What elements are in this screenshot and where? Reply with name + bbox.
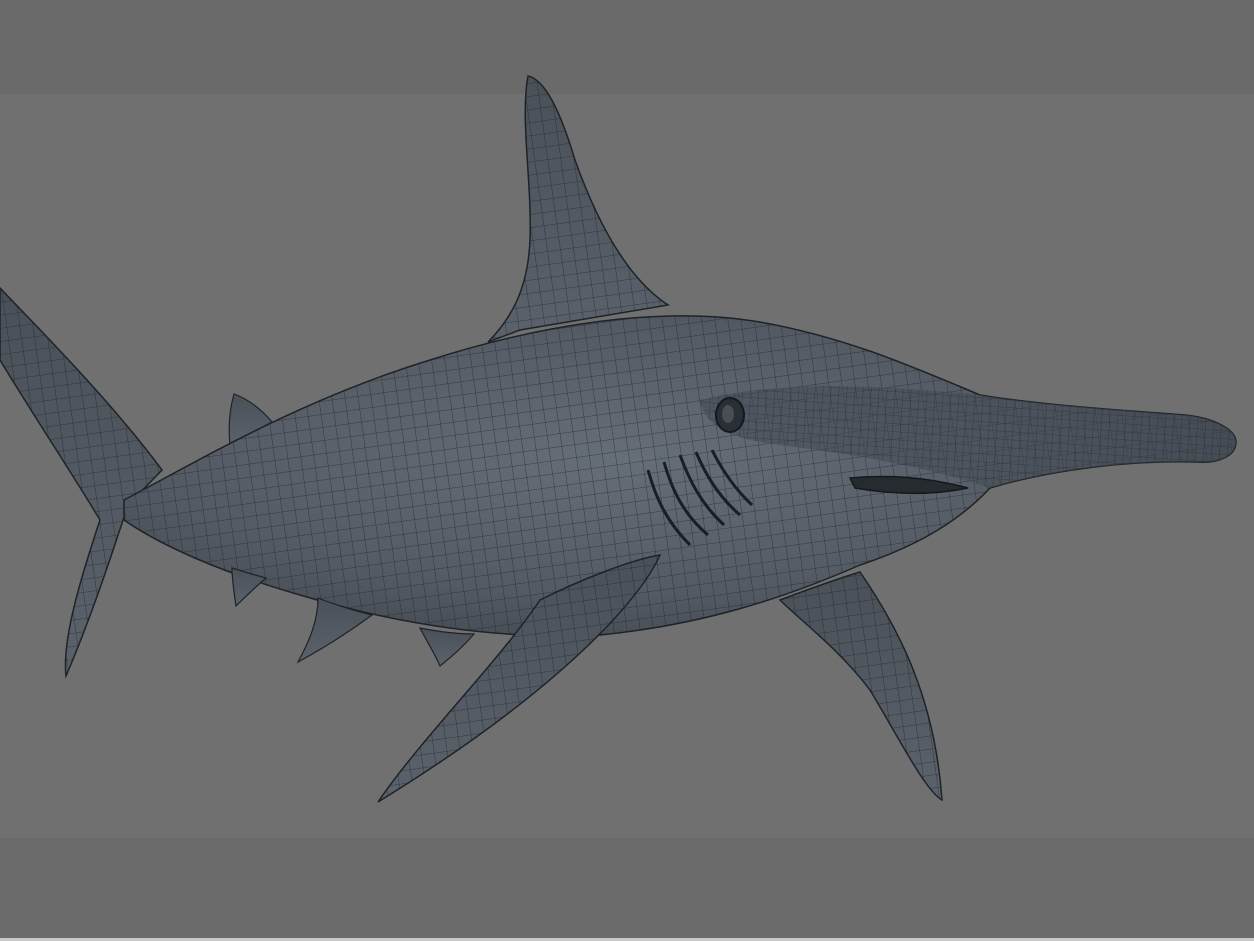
clasper-fin (418, 627, 476, 667)
dorsal-fin (487, 75, 671, 343)
shark-body (123, 315, 1237, 637)
hammerhead-shark-model[interactable] (0, 0, 1254, 941)
3d-viewport[interactable] (0, 0, 1254, 941)
eye (715, 397, 745, 433)
tail-fin (0, 286, 163, 679)
pectoral-fin-far (778, 571, 943, 802)
